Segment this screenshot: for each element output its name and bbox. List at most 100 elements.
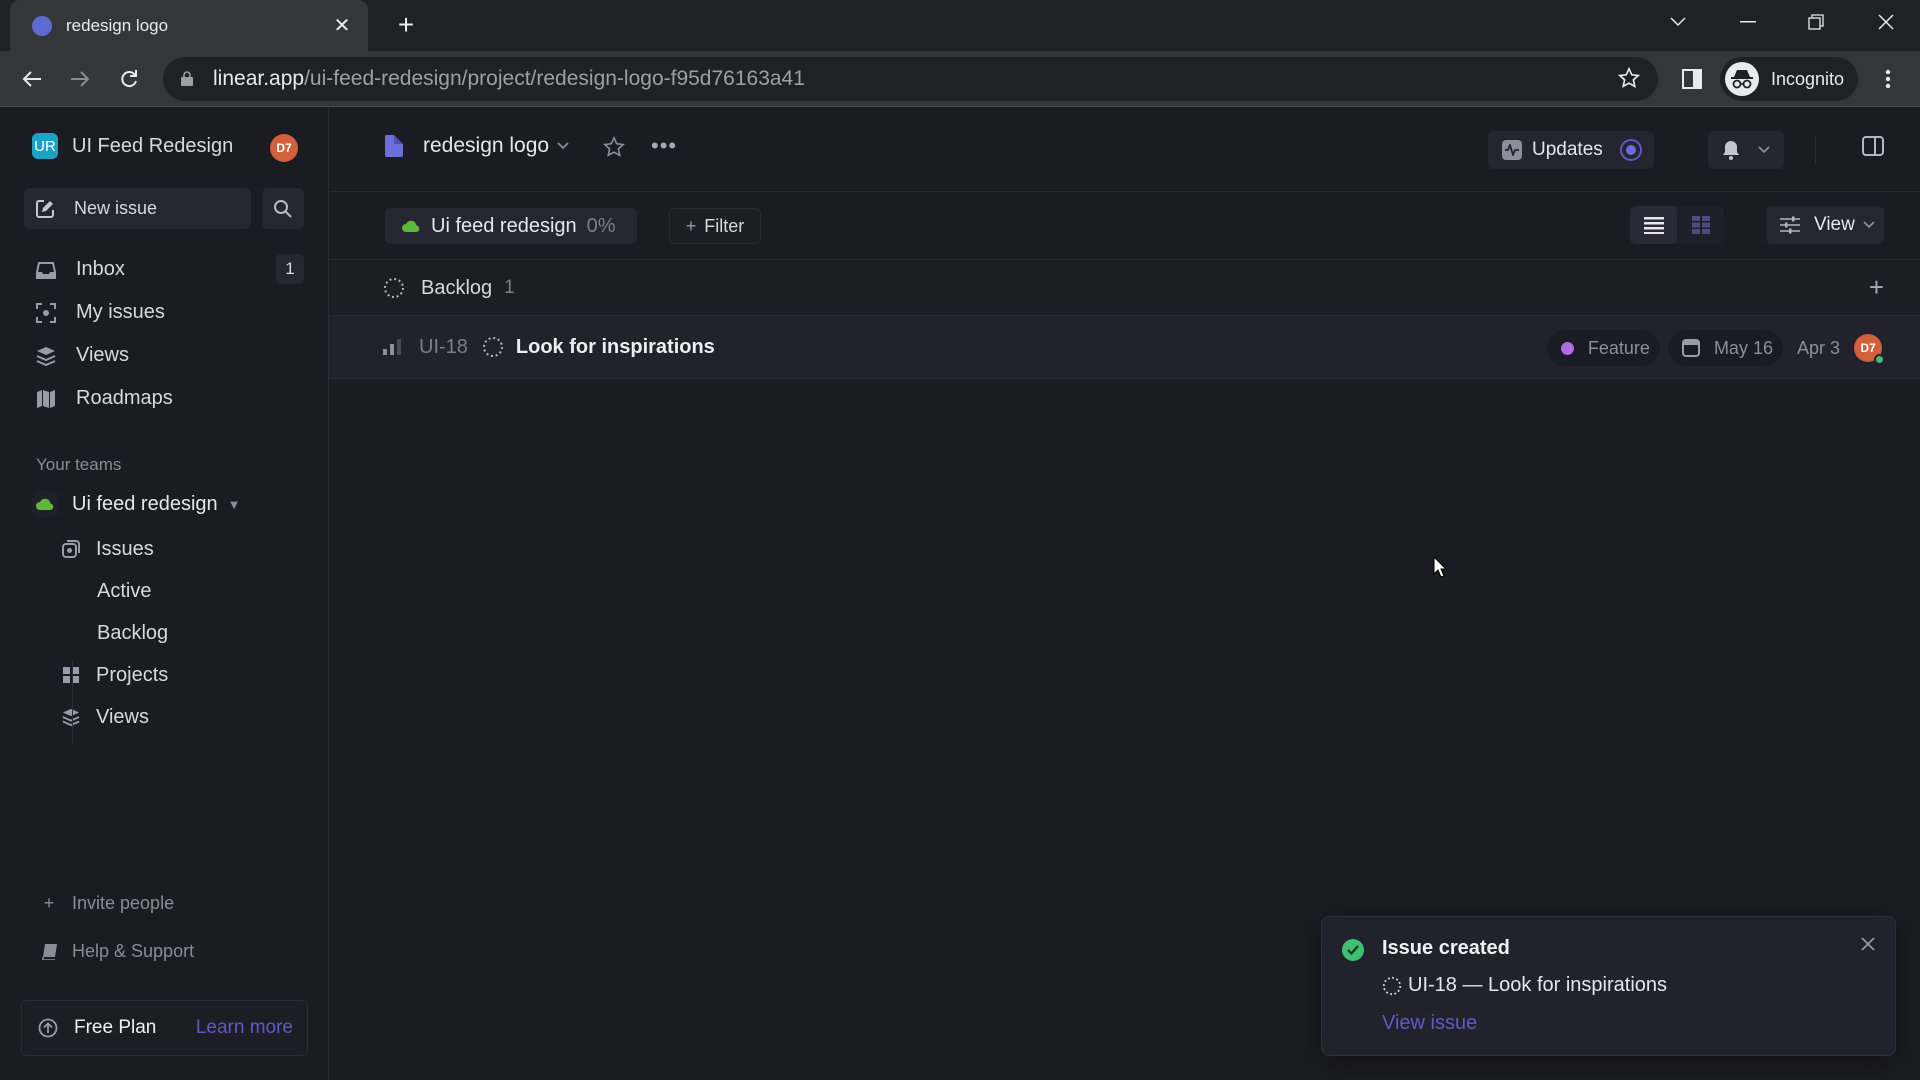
- chevron-down-icon: [1758, 146, 1770, 154]
- new-issue-label: New issue: [74, 198, 158, 218]
- browser-tab[interactable]: redesign logo ✕: [10, 0, 368, 51]
- tab-search-icon[interactable]: [1650, 0, 1706, 44]
- new-tab-button[interactable]: +: [392, 11, 420, 40]
- board-icon: [1691, 216, 1710, 234]
- inbox-icon: [34, 258, 58, 282]
- free-plan-card: Free Plan Learn more: [21, 1000, 308, 1056]
- backlog-status-icon: [1382, 976, 1402, 995]
- issue-title: Look for inspirations: [515, 335, 715, 358]
- filter-label: Filter: [704, 215, 745, 236]
- group-header-backlog[interactable]: Backlog 1 +: [329, 261, 1920, 315]
- team-item-views[interactable]: Views: [60, 696, 300, 738]
- sidebar-item-views[interactable]: Views: [24, 334, 304, 377]
- view-options-button[interactable]: View: [1766, 206, 1884, 244]
- sliders-icon: [1780, 216, 1800, 234]
- close-window-button[interactable]: [1858, 0, 1914, 44]
- team-item-backlog[interactable]: Backlog: [60, 612, 300, 654]
- plus-icon: +: [43, 893, 55, 913]
- tab-title: redesign logo: [66, 15, 169, 35]
- filter-button[interactable]: + Filter: [669, 208, 761, 244]
- minimize-button[interactable]: [1720, 0, 1776, 44]
- issue-meta: Feature May 16 Apr 3 D7: [1546, 330, 1885, 366]
- reload-button[interactable]: [111, 61, 147, 97]
- board-view-toggle[interactable]: [1677, 206, 1724, 244]
- view-issue-link[interactable]: View issue: [1382, 1012, 1477, 1035]
- help-support-link[interactable]: Help & Support: [40, 941, 194, 962]
- add-issue-icon[interactable]: +: [1869, 274, 1884, 300]
- label-name: Feature: [1587, 337, 1650, 358]
- team-item-issues[interactable]: Issues: [60, 528, 300, 570]
- workspace-logo: UR: [32, 133, 58, 159]
- backlog-status-icon[interactable]: [482, 336, 504, 358]
- new-issue-button[interactable]: New issue: [24, 188, 251, 229]
- chevron-down-icon: [557, 142, 569, 150]
- notifications-button[interactable]: [1708, 131, 1784, 169]
- tree-guide-line: [72, 661, 73, 745]
- team-item-active[interactable]: Active: [60, 570, 300, 612]
- help-label: Help & Support: [72, 941, 195, 961]
- sidebar: UR UI Feed Redesign D7 New issue Inbox 1…: [0, 108, 329, 1080]
- updates-button[interactable]: Updates: [1488, 131, 1654, 169]
- sidebar-item-my-issues[interactable]: My issues: [24, 291, 304, 334]
- user-avatar[interactable]: D7: [270, 134, 298, 162]
- nav-label: Views: [76, 344, 129, 366]
- calendar-icon: [1681, 339, 1700, 357]
- favorite-star-icon[interactable]: [603, 136, 625, 158]
- priority-icon: [383, 339, 401, 355]
- mouse-cursor-icon: [1433, 556, 1447, 578]
- profile-label: Incognito: [1771, 68, 1845, 89]
- toast-title: Issue created: [1382, 937, 1510, 959]
- issue-id: UI-18: [419, 335, 468, 358]
- issue-row[interactable]: UI-18 Look for inspirations Feature May …: [329, 315, 1920, 379]
- list-view-toggle[interactable]: [1630, 206, 1677, 244]
- team-ui-feed-redesign[interactable]: Ui feed redesign ▼: [32, 491, 241, 517]
- browser-menu-icon[interactable]: [1870, 61, 1906, 97]
- toggle-details-panel-icon[interactable]: [1862, 136, 1884, 156]
- list-icon: [1643, 217, 1664, 234]
- nav-label: Roadmaps: [76, 387, 173, 409]
- invite-people-link[interactable]: + Invite people: [40, 893, 174, 914]
- projects-icon: [60, 664, 82, 686]
- back-button[interactable]: [14, 61, 50, 97]
- team-filter-chip[interactable]: Ui feed redesign 0%: [385, 208, 637, 244]
- incognito-profile-button[interactable]: Incognito: [1720, 57, 1858, 101]
- more-options-icon[interactable]: •••: [651, 135, 677, 157]
- main-content: redesign logo ••• Updates Ui feed redesi…: [329, 108, 1920, 1080]
- layout-switcher: [1630, 206, 1724, 244]
- bookmark-star-icon[interactable]: [1618, 67, 1640, 89]
- created-date: Apr 3: [1796, 337, 1840, 358]
- view-label: View: [1814, 214, 1855, 235]
- online-status-dot: [1874, 354, 1885, 365]
- team-item-label: Projects: [96, 663, 169, 686]
- due-date-chip[interactable]: May 16: [1667, 330, 1783, 366]
- teams-heading: Your teams: [36, 455, 122, 474]
- browser-tabstrip: redesign logo ✕ +: [0, 0, 1920, 51]
- workspace-switcher[interactable]: UR UI Feed Redesign: [32, 133, 233, 159]
- issues-icon: [60, 538, 82, 560]
- search-button[interactable]: [262, 188, 304, 229]
- lock-icon: [181, 71, 195, 87]
- sidebar-item-roadmaps[interactable]: Roadmaps: [24, 377, 304, 420]
- assignee-avatar[interactable]: D7: [1854, 334, 1885, 365]
- sidebar-nav: Inbox 1 My issues Views Roadmaps: [24, 248, 304, 420]
- address-bar[interactable]: linear.app/ui-feed-redesign/project/rede…: [163, 57, 1658, 101]
- team-item-projects[interactable]: Projects: [60, 654, 300, 696]
- restore-button[interactable]: [1788, 0, 1844, 44]
- label-chip[interactable]: Feature: [1546, 330, 1660, 366]
- group-label: Backlog: [421, 276, 493, 299]
- close-toast-icon[interactable]: [1861, 937, 1875, 951]
- url-path: /ui-feed-redesign/project/redesign-logo-…: [304, 67, 805, 90]
- book-icon: [40, 943, 58, 960]
- sidebar-item-inbox[interactable]: Inbox 1: [24, 248, 304, 291]
- close-tab-icon[interactable]: ✕: [330, 14, 354, 38]
- forward-button[interactable]: [62, 61, 98, 97]
- side-panel-icon[interactable]: [1674, 61, 1710, 97]
- linear-favicon-icon: [32, 15, 52, 36]
- project-title-menu[interactable]: redesign logo: [385, 134, 569, 158]
- team-cloud-icon: [401, 219, 421, 233]
- inbox-count-badge: 1: [276, 254, 304, 284]
- learn-more-link[interactable]: Learn more: [196, 1017, 293, 1039]
- invite-label: Invite people: [72, 893, 175, 913]
- views-icon: [60, 706, 82, 728]
- team-sub-nav: Issues Active Backlog Projects Views: [60, 528, 300, 738]
